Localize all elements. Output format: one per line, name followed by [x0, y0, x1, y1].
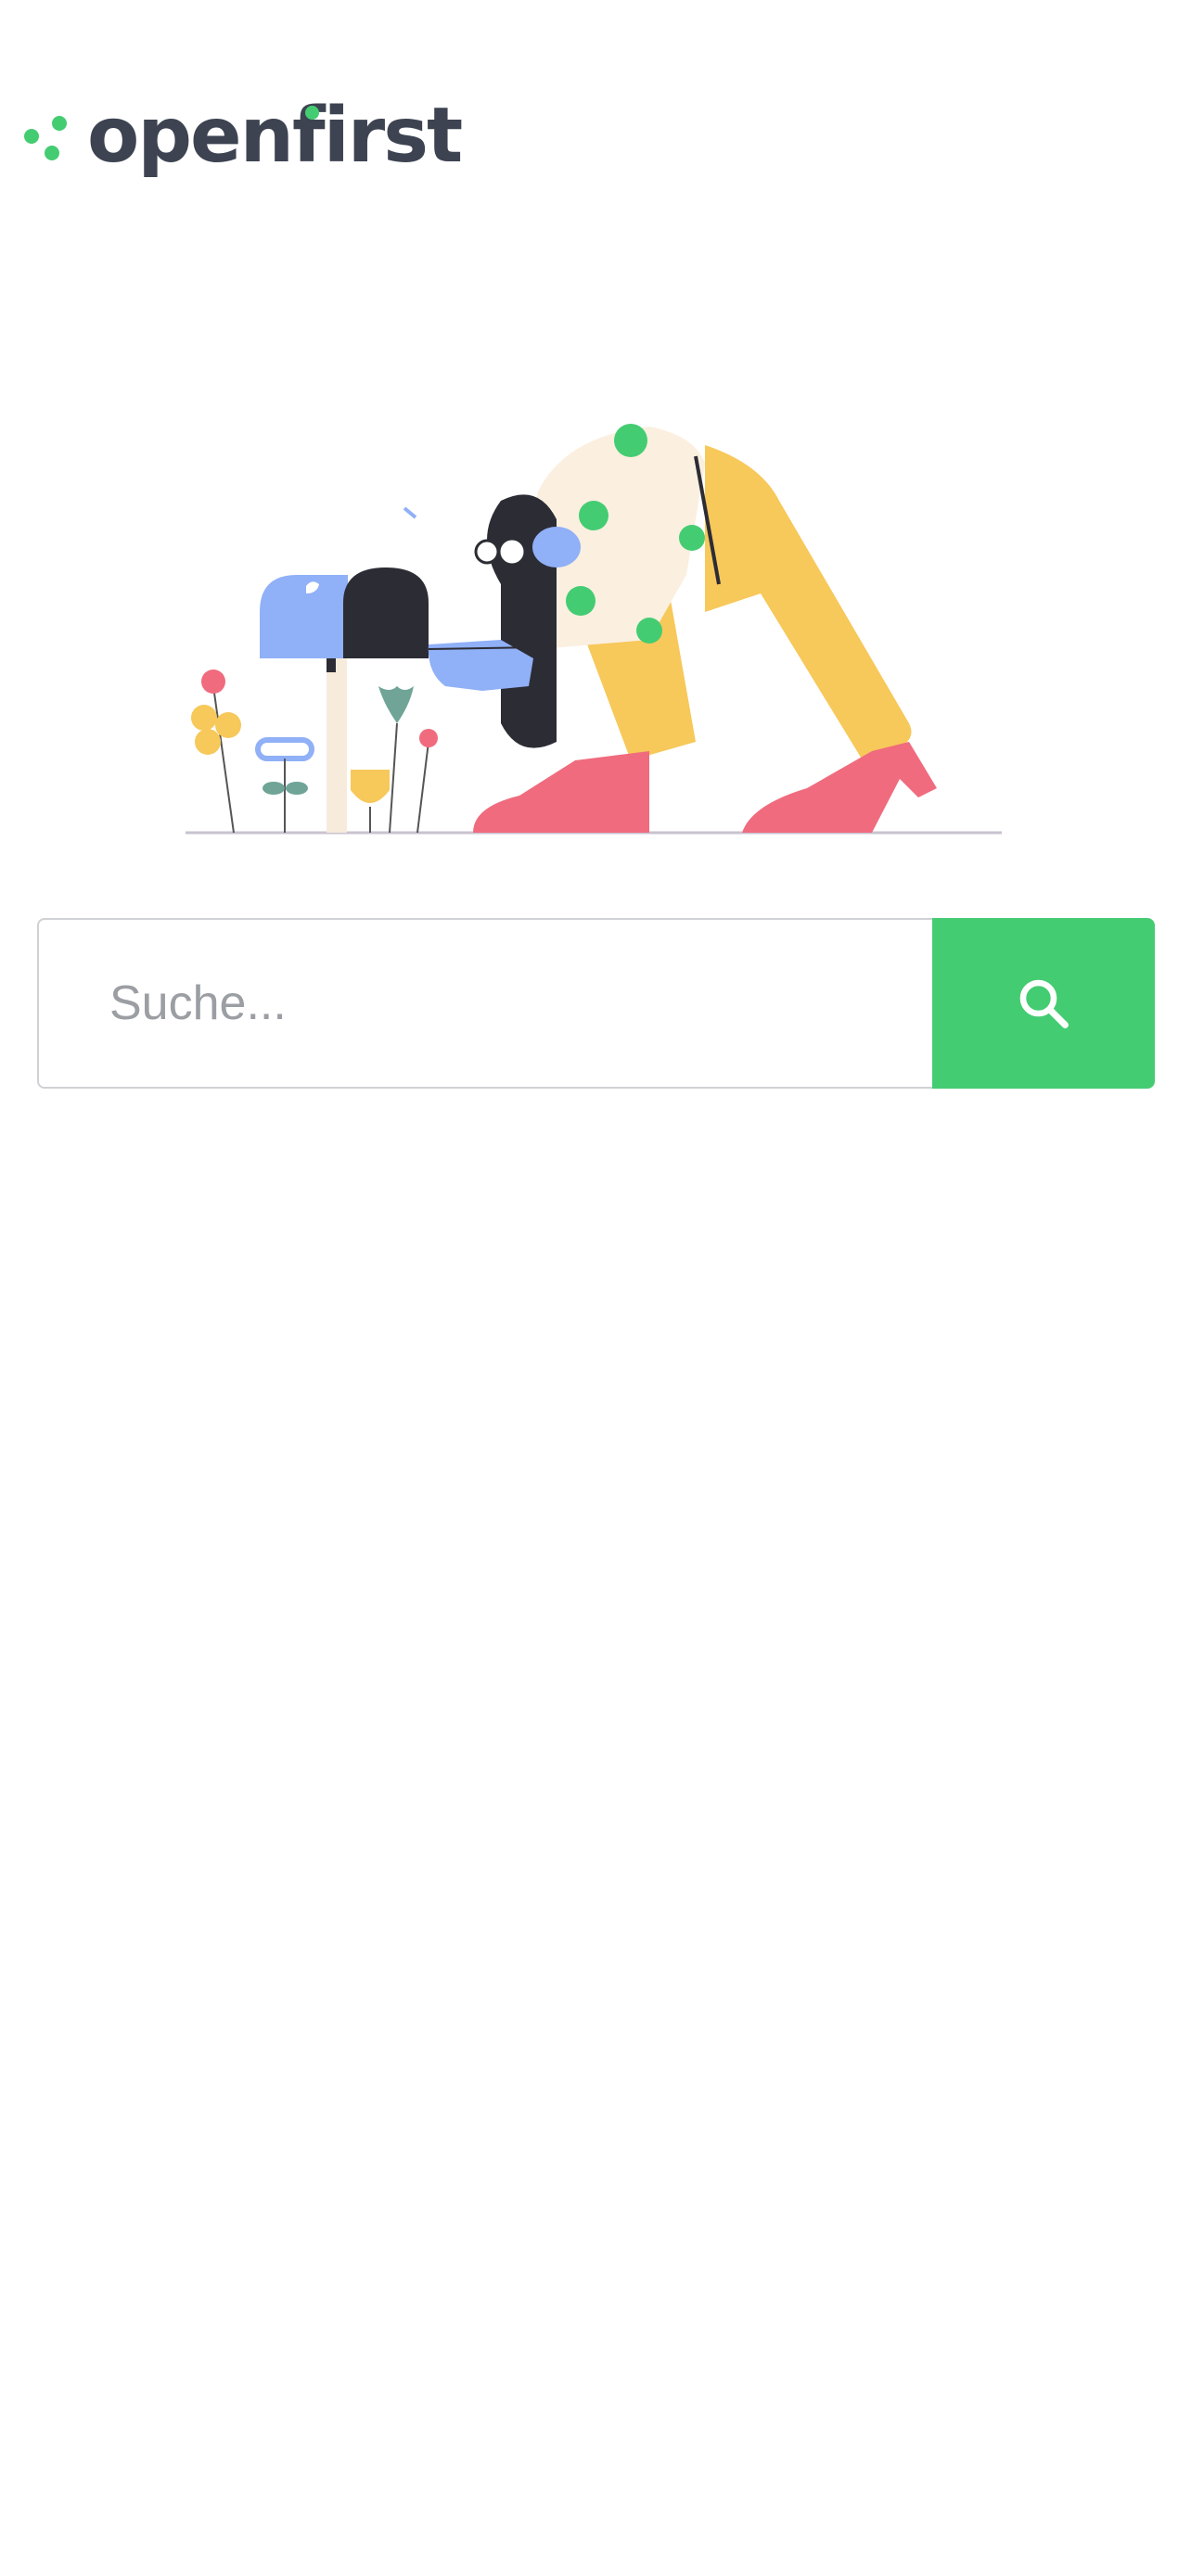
logo-dots-icon [24, 108, 70, 164]
app-logo[interactable]: openfirst [24, 85, 463, 187]
page: openfirst [0, 0, 1191, 2576]
search-button[interactable] [932, 918, 1155, 1089]
logo-wordmark: openfirst [87, 98, 463, 174]
woman-checking-mailbox-illustration [186, 424, 1002, 835]
logo-i-dot [305, 106, 319, 120]
search-icon [1019, 979, 1069, 1028]
search-input[interactable] [37, 918, 932, 1089]
logo-text: openfirst [87, 92, 463, 180]
search-bar [37, 918, 1155, 1089]
